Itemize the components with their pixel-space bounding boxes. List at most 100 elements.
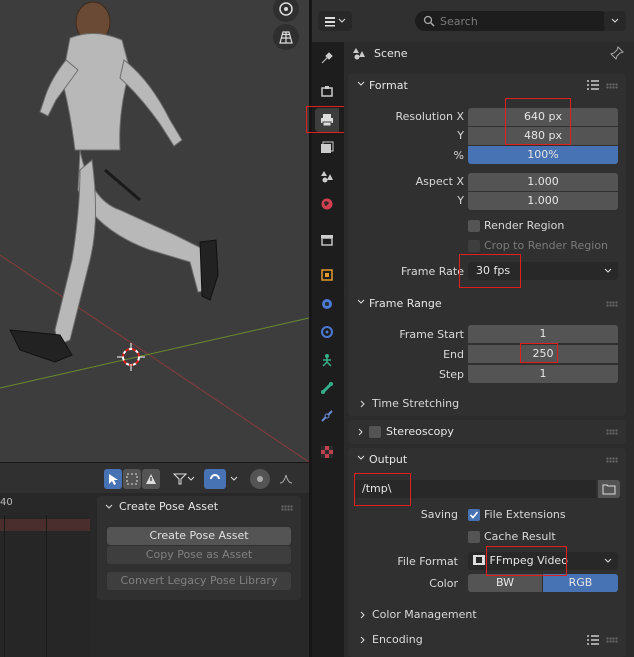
output-path-input[interactable]: /tmp\ — [354, 480, 596, 498]
encoding-subpanel[interactable]: Encoding — [348, 630, 626, 650]
encoding-label: Encoding — [372, 633, 423, 646]
snap-icon[interactable] — [204, 469, 226, 489]
color-management-subpanel[interactable]: Color Management — [348, 605, 626, 625]
collection-icon — [321, 235, 333, 246]
tab-render[interactable] — [315, 79, 339, 103]
tab-modifiers[interactable] — [315, 292, 339, 316]
panel-grip-icon[interactable] — [606, 429, 618, 435]
tab-physics[interactable] — [315, 348, 339, 372]
frame-start-field[interactable]: 1 — [468, 325, 618, 343]
frame-range-header[interactable]: Frame Range — [348, 292, 626, 316]
tab-tool[interactable] — [315, 46, 339, 70]
time-stretching-subpanel[interactable]: Time Stretching — [348, 394, 626, 414]
filter-icon[interactable] — [168, 469, 200, 489]
resolution-x-field[interactable]: 640 px — [468, 108, 618, 126]
color-rgb-button[interactable]: RGB — [543, 574, 618, 592]
chevron-right-icon — [360, 400, 365, 408]
options-dropdown[interactable] — [604, 11, 626, 31]
grid-icon[interactable] — [273, 24, 299, 50]
object-icon — [321, 269, 333, 281]
tab-particles[interactable] — [315, 320, 339, 344]
aspect-y-field[interactable]: 1.000 — [468, 192, 618, 210]
render-icon — [321, 86, 333, 97]
tab-collection[interactable] — [315, 228, 339, 252]
proportional-editing-icon[interactable] — [250, 469, 270, 489]
panel-grip-icon[interactable] — [606, 637, 618, 643]
search-input[interactable]: Search — [415, 11, 611, 31]
tab-scene[interactable] — [315, 164, 339, 188]
convert-legacy-pose-library-button[interactable]: Convert Legacy Pose Library — [107, 572, 291, 590]
warning-icon[interactable] — [142, 469, 160, 489]
box-select-icon[interactable] — [123, 469, 141, 489]
scene-icon — [321, 171, 333, 183]
panel-grip-icon[interactable] — [281, 505, 293, 511]
output-header[interactable]: Output — [348, 448, 626, 472]
resolution-percent-label: % — [453, 149, 464, 162]
dope-sheet-area[interactable] — [0, 515, 90, 657]
viewport-scene — [0, 1, 309, 462]
tab-object[interactable] — [315, 263, 339, 287]
chevron-right-icon — [360, 611, 365, 619]
properties-content: Scene Format Resolution X 640 px Y 480 p… — [344, 42, 634, 657]
stereoscopy-checkbox[interactable] — [369, 426, 381, 438]
frame-end-label: End — [443, 348, 464, 361]
folder-browse-button[interactable] — [598, 480, 620, 498]
render-region-checkbox[interactable] — [468, 220, 480, 232]
editor-type-button[interactable] — [318, 11, 352, 31]
panel-grip-icon[interactable] — [606, 83, 618, 89]
tab-object-data[interactable] — [315, 376, 339, 400]
panel-grip-icon[interactable] — [606, 301, 618, 307]
scene-icon — [353, 48, 365, 60]
format-panel-header[interactable]: Format — [348, 74, 626, 98]
format-title: Format — [369, 79, 408, 92]
tab-world[interactable] — [315, 192, 339, 216]
tab-texture[interactable] — [315, 440, 339, 464]
tab-constraints[interactable] — [315, 404, 339, 428]
chevron-right-icon — [358, 428, 363, 436]
frame-rate-label: Frame Rate — [401, 265, 464, 278]
particles-icon — [321, 326, 333, 338]
falloff-icon[interactable] — [272, 469, 300, 489]
panel-grip-icon[interactable] — [606, 457, 618, 463]
copy-pose-as-asset-button[interactable]: Copy Pose as Asset — [107, 546, 291, 564]
color-management-label: Color Management — [372, 608, 477, 621]
file-format-value: FFmpeg Video — [489, 554, 568, 567]
frame-rate-dropdown[interactable]: 30 fps — [468, 262, 618, 280]
3d-cursor-icon — [117, 343, 145, 371]
color-bw-button[interactable]: BW — [468, 574, 542, 592]
file-extensions-checkbox[interactable] — [468, 509, 480, 521]
frame-number: 40 — [0, 497, 13, 508]
stereoscopy-panel[interactable]: Stereoscopy — [348, 420, 626, 444]
resolution-y-field[interactable]: 480 px — [468, 127, 618, 145]
physics-icon — [322, 354, 332, 367]
cache-result-checkbox[interactable] — [468, 531, 480, 543]
resolution-x-label: Resolution X — [395, 110, 464, 123]
constraint-icon — [321, 410, 333, 422]
context-label: Scene — [374, 46, 408, 60]
3d-viewport[interactable] — [0, 0, 309, 462]
crop-region-checkbox[interactable] — [468, 240, 480, 252]
frame-line — [4, 515, 5, 657]
folder-icon — [602, 484, 616, 495]
frame-end-field[interactable]: 250 — [468, 345, 618, 363]
tool-icon — [321, 52, 333, 64]
file-format-dropdown[interactable]: FFmpeg Video — [468, 552, 618, 570]
check-icon — [469, 511, 479, 519]
aspect-x-field[interactable]: 1.000 — [468, 173, 618, 191]
frame-step-field[interactable]: 1 — [468, 365, 618, 383]
resolution-percent-slider[interactable]: 100% — [468, 146, 618, 164]
select-tool-icon[interactable] — [104, 469, 122, 489]
tab-output[interactable] — [315, 108, 339, 132]
tab-view-layer[interactable] — [315, 136, 339, 160]
create-pose-asset-button[interactable]: Create Pose Asset — [107, 527, 291, 545]
pin-icon[interactable] — [610, 46, 624, 60]
file-format-label: File Format — [397, 555, 458, 568]
time-stretching-label: Time Stretching — [372, 397, 460, 410]
file-extensions-label: File Extensions — [484, 508, 566, 521]
properties-header: Search — [312, 0, 634, 42]
frame-rate-value: 30 fps — [476, 264, 511, 277]
chevron-down-icon[interactable] — [226, 469, 242, 489]
create-pose-asset-panel: Create Pose Asset Create Pose Asset Copy… — [97, 496, 301, 600]
frame-range-panel: Frame Range Frame Start 1 End 250 Step 1… — [348, 292, 626, 416]
view-layer-icon — [321, 141, 334, 153]
